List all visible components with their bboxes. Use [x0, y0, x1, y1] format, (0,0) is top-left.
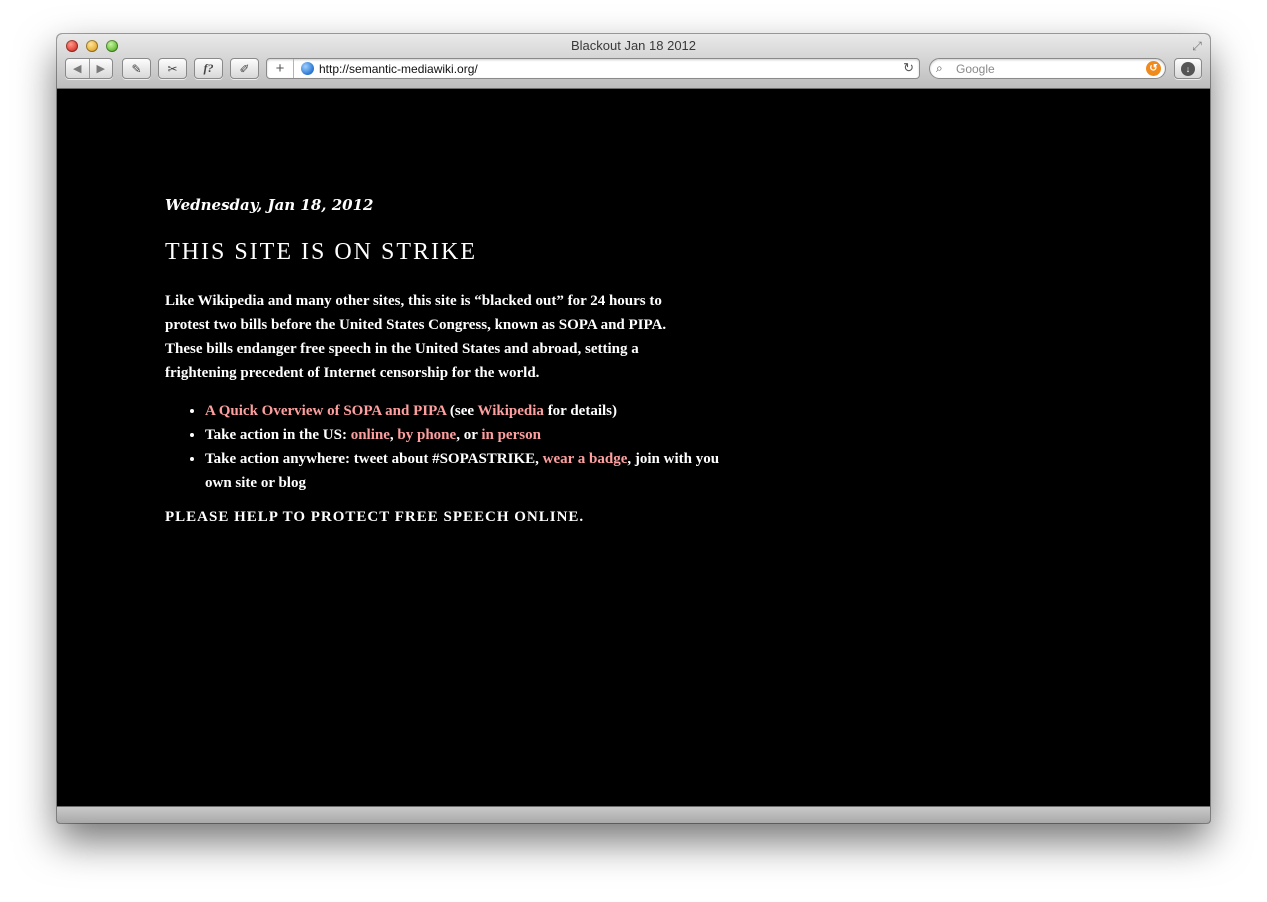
search-icon[interactable]: ⌕ — [936, 61, 943, 76]
function-help-icon: f? — [203, 61, 214, 75]
action-list: A Quick Overview of SOPA and PIPA (see W… — [165, 399, 725, 495]
wear-a-badge-link[interactable]: wear a badge — [543, 451, 628, 467]
url-field[interactable]: http://semantic-mediawiki.org/ — [319, 61, 478, 77]
wikipedia-link[interactable]: Wikipedia — [478, 403, 544, 419]
in-person-link[interactable]: in person — [481, 427, 541, 443]
back-arrow-icon[interactable]: ◀ — [66, 62, 89, 75]
reload-icon[interactable]: ↻ — [903, 60, 914, 76]
title-bar: Blackout Jan 18 2012 ⤢ ◀ ▶ ✎ ✂ f? ✐ + ht… — [57, 34, 1210, 89]
closing-statement: PLEASE HELP TO PROTECT FREE SPEECH ONLIN… — [165, 509, 585, 525]
strike-notice: Wednesday, Jan 18, 2012 THIS SITE IS ON … — [165, 196, 719, 526]
bookmarklet-button-3[interactable]: f? — [194, 58, 223, 79]
window-title: Blackout Jan 18 2012 — [570, 38, 697, 53]
pencil-plus-icon: ✎ — [131, 61, 142, 76]
list-text: Take action anywhere: tweet about #SOPAS… — [205, 451, 543, 467]
bookmarklet-button-2[interactable]: ✂ — [158, 58, 187, 79]
add-bookmark-button[interactable]: + — [267, 59, 294, 78]
list-item: Take action in the US: online, by phone,… — [205, 423, 725, 447]
list-text: , or — [456, 427, 482, 443]
browser-window: Blackout Jan 18 2012 ⤢ ◀ ▶ ✎ ✂ f? ✐ + ht… — [57, 34, 1210, 823]
page-title: THIS SITE IS ON STRIKE — [165, 239, 477, 265]
globe-icon — [301, 62, 314, 75]
download-icon: ↓ — [1181, 61, 1195, 76]
list-item: Take action anywhere: tweet about #SOPAS… — [205, 447, 725, 495]
list-text: Take action in the US: — [205, 427, 351, 443]
sopa-pipa-overview-link[interactable]: A Quick Overview of SOPA and PIPA — [205, 403, 446, 419]
fullscreen-icon[interactable]: ⤢ — [1190, 39, 1204, 53]
bookmarklet-button-1[interactable]: ✎ — [122, 58, 151, 79]
snapback-icon[interactable]: ↺ — [1146, 61, 1161, 76]
downloads-button[interactable]: ↓ — [1174, 58, 1202, 79]
bookmarklet-button-4[interactable]: ✐ — [230, 58, 259, 79]
address-bar[interactable]: + http://semantic-mediawiki.org/ ↻ — [266, 58, 920, 79]
list-text: for details) — [543, 403, 617, 419]
page-content: Wednesday, Jan 18, 2012 THIS SITE IS ON … — [57, 89, 1210, 807]
list-item: A Quick Overview of SOPA and PIPA (see W… — [205, 399, 725, 423]
by-phone-link[interactable]: by phone — [397, 427, 456, 443]
search-bar[interactable]: ⌕ Google ↺ — [929, 58, 1166, 79]
forward-arrow-icon[interactable]: ▶ — [90, 62, 113, 75]
list-text: (see — [446, 403, 478, 419]
notice-date: Wednesday, Jan 18, 2012 — [165, 196, 374, 214]
back-forward-buttons: ◀ ▶ — [65, 58, 113, 79]
intro-paragraph: Like Wikipedia and many other sites, thi… — [165, 293, 667, 381]
status-bar — [57, 806, 1210, 823]
search-input[interactable]: Google — [956, 61, 995, 77]
edit-pen-icon: ✐ — [239, 61, 250, 76]
online-link[interactable]: online — [351, 427, 390, 443]
clip-icon: ✂ — [167, 61, 178, 76]
